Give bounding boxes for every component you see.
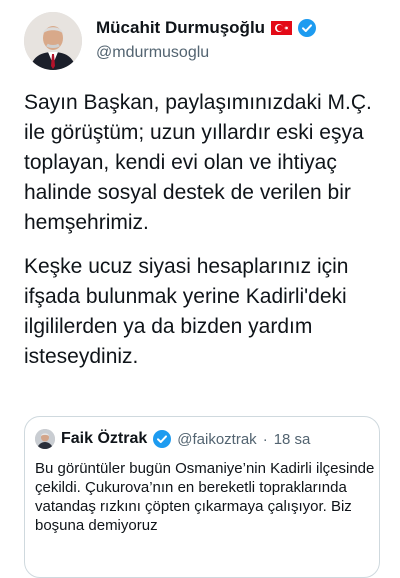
quoted-tweet-text: Bu görüntüler bugün Osmaniye’nin Kadirli… bbox=[35, 460, 375, 534]
quoted-tweet[interactable]: Faik Öztrak @faikoztrak · 18 sa Bu görün… bbox=[24, 416, 380, 578]
quoted-author-name[interactable]: Faik Öztrak bbox=[61, 430, 147, 448]
quoted-timestamp[interactable]: 18 sa bbox=[274, 431, 311, 448]
tweet-paragraph-2: Keşke ucuz siyasi hesaplarınız için ifşa… bbox=[24, 255, 349, 368]
author-avatar-image bbox=[24, 12, 82, 70]
verified-badge-icon bbox=[153, 430, 172, 448]
quoted-author-avatar[interactable] bbox=[35, 429, 55, 449]
quoted-separator: · bbox=[262, 430, 268, 448]
author-avatar[interactable] bbox=[24, 12, 82, 70]
turkey-flag-icon bbox=[271, 21, 293, 35]
author-name[interactable]: Mücahit Durmuşoğlu bbox=[96, 18, 265, 38]
verified-badge-icon bbox=[298, 19, 317, 37]
author-name-row: Mücahit Durmuşoğlu bbox=[96, 18, 317, 38]
tweet-paragraph-1: Sayın Başkan, paylaşımınızdaki M.Ç. ile … bbox=[24, 91, 372, 234]
quoted-author-handle[interactable]: @faikoztrak bbox=[177, 431, 256, 448]
tweet-body: Sayın Başkan, paylaşımınızdaki M.Ç. ile … bbox=[24, 88, 384, 386]
quoted-tweet-header: Faik Öztrak @faikoztrak · 18 sa bbox=[35, 429, 310, 449]
author-handle[interactable]: @mdurmusoglu bbox=[96, 44, 209, 62]
